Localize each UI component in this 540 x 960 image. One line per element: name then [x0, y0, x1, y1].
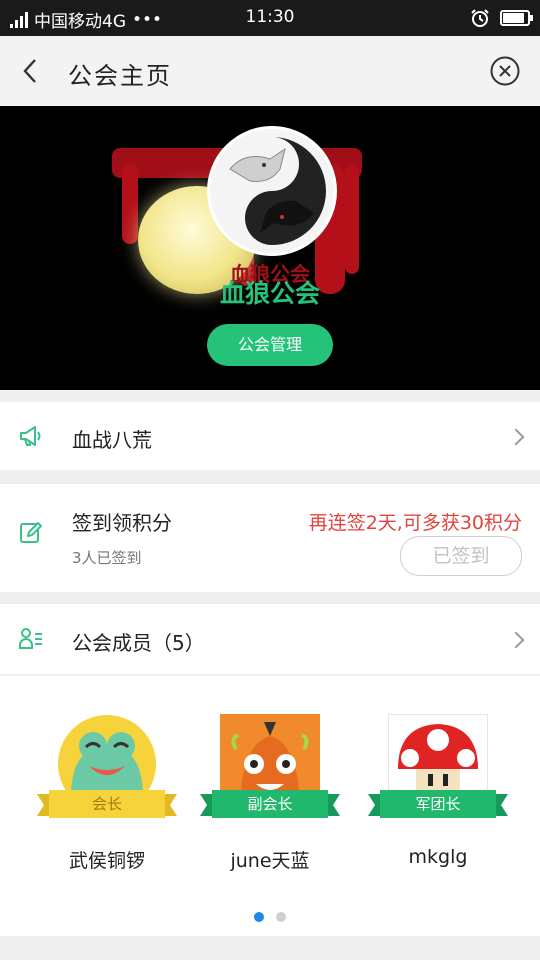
pagination-dots — [0, 907, 540, 926]
status-time: 11:30 — [245, 7, 295, 27]
member-card[interactable]: 会长 武侯铜锣 — [32, 714, 182, 884]
megaphone-icon — [20, 426, 41, 446]
alarm-icon — [471, 9, 489, 27]
battery-icon — [500, 10, 533, 26]
chevron-right-icon — [507, 631, 525, 649]
member-list-icon — [19, 628, 42, 649]
role-ribbon: 副会长 — [200, 790, 340, 818]
checked-in-button[interactable]: 已签到 — [400, 536, 522, 576]
page-title: 公会主页 — [68, 62, 172, 90]
member-name: mkglg — [408, 846, 468, 868]
manage-guild-button[interactable]: 公会管理 — [207, 324, 333, 366]
page-dot-active[interactable] — [254, 912, 264, 922]
edit-icon — [20, 522, 42, 543]
notice-label: 血战八荒 — [72, 428, 152, 452]
members-header-label: 公会成员（5） — [72, 631, 205, 655]
checkin-count: 3人已签到 — [72, 549, 142, 567]
role-ribbon: 军团长 — [368, 790, 508, 818]
checkin-hint: 再连签2天,可多获30积分 — [308, 512, 522, 534]
role-badge: 副会长 — [212, 790, 328, 818]
guild-name: 血狼公会 — [219, 279, 320, 308]
member-name: 武侯铜锣 — [68, 850, 145, 872]
guild-banner: 血狼公会 血狼公会 公会管理 — [0, 106, 540, 390]
role-badge: 军团长 — [380, 790, 496, 818]
checkin-label: 签到领积分 — [72, 511, 172, 535]
close-icon[interactable] — [490, 56, 520, 86]
nav-bar: 公会主页 — [0, 36, 540, 106]
member-name: june天蓝 — [230, 850, 310, 872]
guild-avatar[interactable] — [207, 126, 337, 256]
back-arrow-icon[interactable] — [16, 56, 46, 86]
members-header-row[interactable]: 公会成员（5） — [0, 604, 540, 674]
notice-row[interactable]: 血战八荒 — [0, 402, 540, 470]
blood-drip — [122, 164, 138, 244]
chevron-right-icon — [507, 428, 525, 446]
status-bar: 中国移动4G ••• 11:30 — [0, 0, 540, 36]
page-dot[interactable] — [276, 912, 286, 922]
role-badge: 会长 — [49, 790, 165, 818]
role-ribbon: 会长 — [37, 790, 177, 818]
status-right — [470, 8, 533, 28]
member-card[interactable]: 军团长 mkglg — [363, 714, 513, 884]
checkin-card: 签到领积分 再连签2天,可多获30积分 3人已签到 已签到 — [0, 484, 540, 592]
members-carousel: 会长 武侯铜锣 副会长 june天蓝 军团长 mkglg — [0, 676, 540, 936]
member-card[interactable]: 副会长 june天蓝 — [195, 714, 345, 884]
wolf-yinyang-icon — [210, 129, 334, 253]
